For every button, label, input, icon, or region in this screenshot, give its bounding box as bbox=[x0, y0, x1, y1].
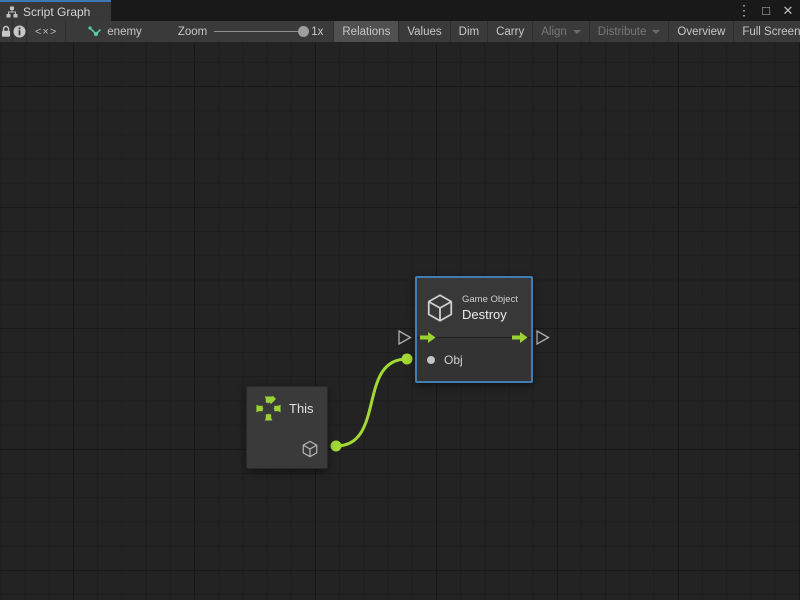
toolbar-toggles: Relations Values Dim Carry Align Distrib… bbox=[333, 21, 800, 42]
graph-canvas[interactable]: This Game Object Destroy bbox=[0, 43, 800, 600]
zoom-slider-handle[interactable] bbox=[298, 26, 309, 37]
tab-title: Script Graph bbox=[23, 5, 90, 19]
values-toggle[interactable]: Values bbox=[398, 21, 449, 42]
maximize-icon[interactable]: □ bbox=[758, 0, 774, 21]
chevron-down-icon bbox=[573, 30, 581, 34]
graph-breadcrumb[interactable]: enemy bbox=[66, 21, 152, 42]
obj-input-row: Obj bbox=[417, 338, 531, 381]
connection-wire[interactable] bbox=[336, 359, 407, 446]
graph-tab-icon bbox=[6, 6, 18, 18]
connection-start-dot[interactable] bbox=[331, 441, 342, 452]
node-this[interactable]: This bbox=[246, 386, 328, 469]
node-title: Destroy bbox=[462, 307, 518, 322]
close-icon[interactable]: ✕ bbox=[780, 0, 796, 21]
window-menu-icon[interactable]: ⋮ bbox=[736, 0, 752, 21]
script-graph-window: Script Graph ⋮ □ ✕ <×> bbox=[0, 0, 800, 600]
fullscreen-button[interactable]: Full Screen bbox=[733, 21, 800, 42]
control-in-port-triangle-icon[interactable] bbox=[399, 331, 411, 344]
obj-input-port[interactable] bbox=[427, 356, 435, 364]
overview-button[interactable]: Overview bbox=[668, 21, 733, 42]
distribute-dropdown[interactable]: Distribute bbox=[589, 21, 669, 42]
obj-port-label: Obj bbox=[444, 353, 463, 367]
zoom-slider[interactable] bbox=[214, 31, 304, 32]
node-title: This bbox=[289, 401, 314, 416]
chevron-down-icon bbox=[652, 30, 660, 34]
zoom-control: Zoom 1x bbox=[152, 21, 334, 42]
lock-button[interactable] bbox=[0, 21, 13, 42]
control-out-port-triangle-icon[interactable] bbox=[537, 331, 549, 344]
info-icon bbox=[13, 25, 26, 38]
flow-graph-icon bbox=[88, 26, 102, 38]
node-category: Game Object bbox=[462, 294, 518, 305]
titlebar: Script Graph ⋮ □ ✕ bbox=[0, 0, 800, 21]
self-arrows-icon bbox=[255, 395, 282, 422]
tab-script-graph[interactable]: Script Graph bbox=[0, 0, 111, 21]
game-object-output-port[interactable] bbox=[301, 440, 319, 458]
connection-end-dot[interactable] bbox=[402, 354, 413, 365]
dim-toggle[interactable]: Dim bbox=[450, 21, 487, 42]
cube-icon bbox=[425, 293, 455, 323]
connection-layer bbox=[0, 43, 800, 600]
relations-toggle[interactable]: Relations bbox=[333, 21, 398, 42]
toolbar: <×> enemy Zoom 1x Relations Values Dim bbox=[0, 21, 800, 43]
carry-toggle[interactable]: Carry bbox=[487, 21, 532, 42]
preview-code-button[interactable]: <×> bbox=[27, 21, 66, 42]
zoom-label: Zoom bbox=[178, 26, 207, 38]
info-button[interactable] bbox=[13, 21, 27, 42]
align-dropdown[interactable]: Align bbox=[532, 21, 589, 42]
graph-name-label: enemy bbox=[107, 26, 142, 38]
zoom-value: 1x bbox=[311, 26, 323, 38]
node-destroy[interactable]: Game Object Destroy Obj bbox=[415, 276, 533, 383]
lock-icon bbox=[0, 25, 12, 38]
